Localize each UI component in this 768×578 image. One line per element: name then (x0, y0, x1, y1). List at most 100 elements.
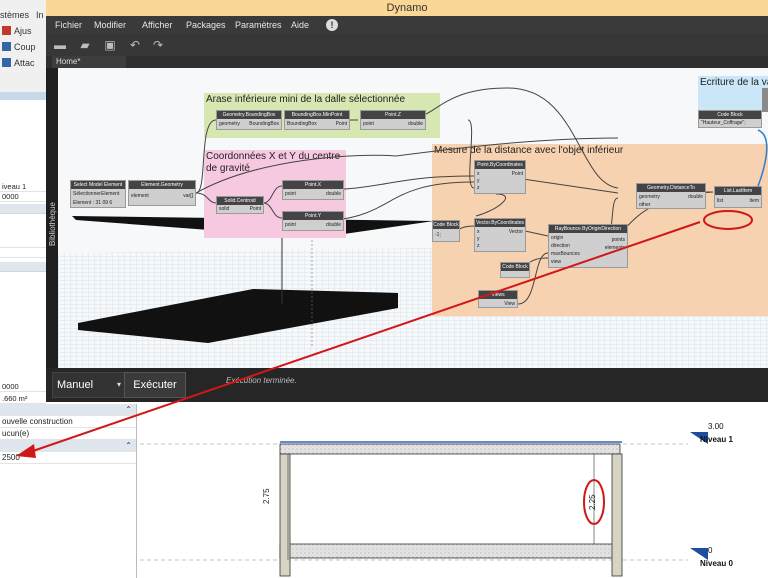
save-icon[interactable]: ▣ (103, 38, 117, 52)
node-in-port[interactable]: point (285, 222, 296, 228)
node-title: List.LastItem (715, 187, 761, 195)
prop-level[interactable]: iveau 1 (0, 182, 46, 192)
node-in-port[interactable]: other (639, 202, 650, 208)
node-views[interactable]: Views View (478, 290, 518, 308)
node-in-port[interactable]: element (131, 193, 149, 199)
node-out-port[interactable]: double (408, 121, 423, 127)
props-extra (0, 382, 46, 402)
node-title: Code Block (699, 111, 761, 119)
node-out-port[interactable]: View (504, 301, 515, 307)
node-in-port[interactable]: direction (551, 243, 570, 249)
node-out-port[interactable]: Point (250, 206, 261, 212)
dim-clear[interactable]: 2.25 (588, 494, 597, 510)
node-list-last-item[interactable]: List.LastItem list item (714, 186, 762, 208)
node-in-port[interactable]: point (363, 121, 374, 127)
node-out-port[interactable]: points (612, 237, 625, 243)
node-element-geometry[interactable]: Element.Geometry element var[] (128, 180, 196, 206)
graph-canvas[interactable]: Arase inférieure mini de la dalle sélect… (58, 68, 768, 368)
node-code-block-2[interactable]: Code Block (500, 262, 530, 278)
node-in-port[interactable]: x (477, 171, 480, 177)
prop-hauteur-value[interactable]: 2500 (0, 452, 136, 464)
node-out-port[interactable]: var[] (183, 193, 193, 199)
toolbar: ▬ ▰ ▣ ↶ ↷ (46, 34, 768, 56)
ribbon-tab-insert[interactable]: In (36, 10, 44, 20)
code-text[interactable]: -1; (435, 232, 441, 238)
node-in-port[interactable]: origin (551, 235, 563, 241)
level0-name[interactable]: Niveau 0 (700, 559, 733, 568)
menu-help[interactable]: Aide (291, 16, 309, 34)
dim-total[interactable]: 2.75 (262, 488, 271, 504)
node-out-port[interactable]: double (326, 222, 341, 228)
run-mode-select[interactable]: Manuel ▾ (52, 372, 126, 398)
prop-section-header[interactable]: ⌃ (0, 404, 136, 416)
prop-check[interactable] (0, 248, 46, 258)
menu-file[interactable]: Fichier (55, 16, 82, 34)
node-in-port[interactable]: BoundingBox (287, 121, 317, 127)
node-port[interactable]: Element (101, 191, 119, 197)
node-title: Code Block (433, 221, 459, 229)
upper-slab (279, 443, 621, 455)
node-partial[interactable] (762, 88, 768, 112)
node-raybounce[interactable]: RayBounce.ByOriginDirection origin direc… (548, 224, 628, 268)
node-vector-by-coordinates[interactable]: Vector.ByCoordinates x y z Vector (474, 218, 526, 252)
node-in-port[interactable]: y (477, 236, 480, 242)
node-code-block-3[interactable]: Code Block "Hauteur_Coffrage"; (698, 110, 762, 128)
node-select-model-element[interactable]: Select Model Element Sélectionner Elemen… (70, 180, 126, 208)
ribbon-tab-systems[interactable]: stèmes (0, 10, 29, 20)
ribbon-attach-button[interactable]: Attac (14, 58, 35, 68)
node-title: Point.ByCoordinates (475, 161, 525, 169)
code-text[interactable]: "Hauteur_Coffrage"; (701, 120, 746, 126)
prop-offset[interactable]: 0000 (0, 192, 46, 202)
run-button[interactable]: Exécuter (124, 372, 186, 398)
node-point-y[interactable]: Point.Y point double (282, 211, 344, 231)
node-point-z[interactable]: Point.Z point double (360, 110, 426, 130)
prop-demolition[interactable]: ucun(e) (0, 428, 136, 440)
node-point-by-coordinates[interactable]: Point.ByCoordinates x y z Point (474, 160, 526, 194)
node-out-port[interactable]: double (688, 194, 703, 200)
ribbon-panel-bar (0, 92, 50, 100)
redo-icon[interactable]: ↷ (151, 38, 165, 52)
node-code-block-1[interactable]: Code Block -1; (432, 220, 460, 242)
node-in-port[interactable]: geometry (639, 194, 660, 200)
new-file-icon[interactable]: ▬ (53, 38, 67, 52)
menu-packages[interactable]: Packages (186, 16, 226, 34)
node-in-port[interactable]: point (285, 191, 296, 197)
info-icon[interactable]: ! (326, 19, 338, 31)
node-in-port[interactable]: list (717, 198, 723, 204)
node-out-port[interactable]: item (750, 198, 759, 204)
node-out-port[interactable]: double (326, 191, 341, 197)
node-min-point[interactable]: BoundingBox.MinPoint BoundingBox Point (284, 110, 350, 130)
node-point-x[interactable]: Point.X point double (282, 180, 344, 200)
node-in-port[interactable]: maxBounces (551, 251, 580, 257)
node-out-port[interactable]: Point (512, 171, 523, 177)
menu-view[interactable]: Afficher (142, 16, 172, 34)
node-out-port[interactable]: Vector (509, 229, 523, 235)
node-out-port[interactable]: elements (605, 245, 625, 251)
prop-check[interactable] (0, 238, 46, 248)
section-view[interactable]: 3.00 Niveau 1 0 Niveau 0 2.75 2.25 (140, 404, 768, 578)
ribbon-cope-button[interactable]: Coup (14, 42, 36, 52)
prop-section-header[interactable]: ⌃ (0, 440, 136, 452)
node-in-port[interactable]: z (477, 185, 480, 191)
node-in-port[interactable]: view (551, 259, 561, 265)
menu-settings[interactable]: Paramètres (235, 16, 282, 34)
node-bounding-box[interactable]: Geometry.BoundingBox geometry BoundingBo… (216, 110, 282, 130)
node-in-port[interactable]: geometry (219, 121, 240, 127)
node-button[interactable]: Sélectionner (73, 191, 101, 197)
node-in-port[interactable]: z (477, 243, 480, 249)
undo-icon[interactable]: ↶ (128, 38, 142, 52)
library-sidebar[interactable]: Bibliothèque (46, 68, 58, 368)
level1-name[interactable]: Niveau 1 (700, 435, 733, 444)
node-out-port[interactable]: Point (336, 121, 347, 127)
prop-phase[interactable]: ouvelle construction (0, 416, 136, 428)
node-in-port[interactable]: x (477, 229, 480, 235)
node-solid-centroid[interactable]: Solid.Centroid solid Point (216, 196, 264, 214)
menu-edit[interactable]: Modifier (94, 16, 126, 34)
open-file-icon[interactable]: ▰ (78, 38, 92, 52)
node-out-port[interactable]: BoundingBox (249, 121, 279, 127)
ribbon-adjust-button[interactable]: Ajus (14, 26, 32, 36)
tab-home[interactable]: Home* (52, 56, 126, 68)
node-in-port[interactable]: solid (219, 206, 229, 212)
node-distance-to[interactable]: Geometry.DistanceTo geometry other doubl… (636, 183, 706, 209)
node-in-port[interactable]: y (477, 178, 480, 184)
